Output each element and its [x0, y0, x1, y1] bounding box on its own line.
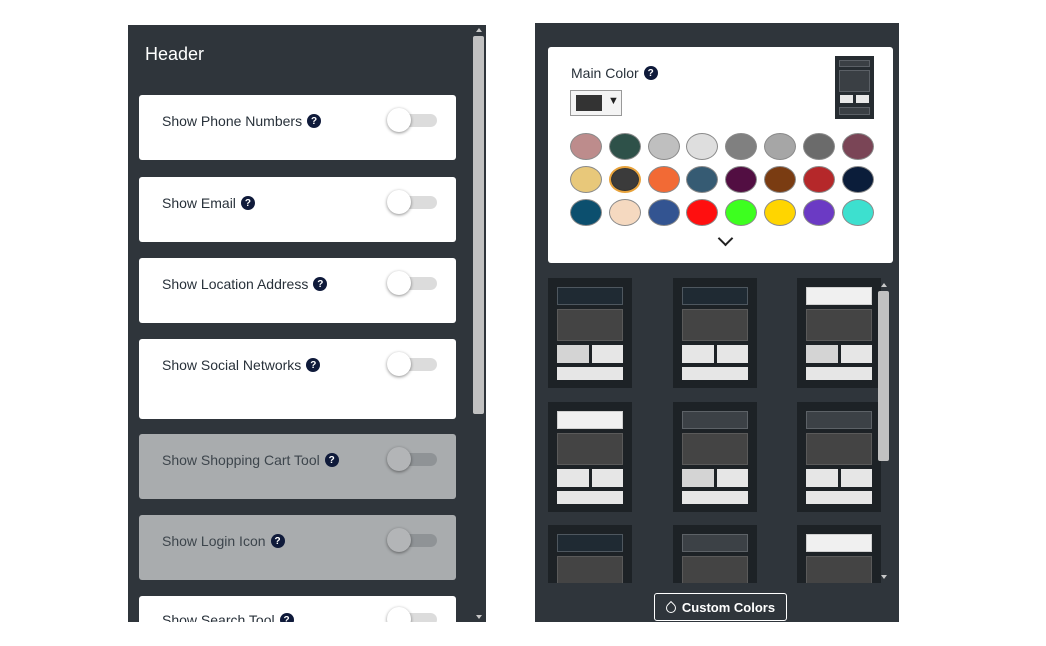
- color-swatch[interactable]: [725, 133, 758, 160]
- chevron-down-icon: ▼: [608, 95, 619, 107]
- main-color-dropdown[interactable]: ▼: [570, 90, 622, 116]
- layout-option-tile[interactable]: [673, 525, 757, 583]
- color-swatch[interactable]: [764, 199, 796, 226]
- color-swatch[interactable]: [841, 166, 874, 193]
- color-swatch[interactable]: [570, 133, 602, 160]
- option-label: Show Search Tool: [162, 612, 275, 622]
- help-icon[interactable]: ?: [306, 358, 321, 372]
- color-swatch[interactable]: [608, 199, 641, 226]
- scroll-up-arrow-icon[interactable]: [881, 283, 887, 287]
- help-icon[interactable]: ?: [313, 277, 328, 291]
- toggle-show-shopping-cart-tool[interactable]: [387, 447, 437, 471]
- toggle-show-location-address[interactable]: [387, 271, 437, 295]
- color-swatch[interactable]: [764, 133, 796, 160]
- color-layout-panel: Main Color ? ▼: [535, 23, 899, 622]
- color-swatch[interactable]: [686, 133, 719, 160]
- option-card-social-networks: Show Social Networks?: [139, 339, 456, 419]
- option-label: Show Location Address: [162, 276, 309, 292]
- toggle-show-social-networks[interactable]: [387, 352, 437, 376]
- color-swatch[interactable]: [686, 166, 719, 193]
- selected-color-swatch: [576, 95, 602, 111]
- layout-option-tile[interactable]: [548, 525, 632, 583]
- toggle-show-email[interactable]: [387, 190, 437, 214]
- layout-option-tile[interactable]: [797, 278, 881, 388]
- layout-option-tile[interactable]: [797, 525, 881, 583]
- help-icon[interactable]: ?: [307, 114, 322, 128]
- option-label: Show Social Networks: [162, 357, 302, 373]
- help-icon[interactable]: ?: [270, 534, 285, 548]
- scroll-down-arrow-icon[interactable]: [881, 575, 887, 579]
- left-scrollbar[interactable]: [472, 25, 486, 622]
- option-card-location-address: Show Location Address?: [139, 258, 456, 323]
- layout-option-tile[interactable]: [548, 278, 632, 388]
- main-color-card: Main Color ? ▼: [548, 47, 893, 263]
- option-label: Show Login Icon: [162, 533, 266, 549]
- panel-title: Header: [145, 44, 205, 64]
- color-swatch[interactable]: [647, 199, 680, 226]
- option-card-email: Show Email?: [139, 177, 456, 242]
- color-swatch-grid: [570, 133, 876, 233]
- color-swatch[interactable]: [725, 166, 758, 193]
- scroll-down-arrow-icon[interactable]: [476, 615, 482, 619]
- option-card-login-icon: Show Login Icon?: [139, 515, 456, 580]
- layout-option-tile[interactable]: [673, 402, 757, 512]
- scroll-up-arrow-icon[interactable]: [476, 28, 482, 32]
- layout-option-tile[interactable]: [673, 278, 757, 388]
- layout-preview-thumbnail: [835, 56, 874, 119]
- layout-scrollbar[interactable]: [877, 280, 891, 582]
- toggle-show-search-tool[interactable]: [387, 607, 437, 622]
- toggle-show-phone-numbers[interactable]: [387, 108, 437, 132]
- color-swatch[interactable]: [608, 166, 641, 193]
- header-settings-panel: Header Show Phone Numbers? Show Email? S…: [128, 25, 486, 622]
- option-label: Show Shopping Cart Tool: [162, 452, 320, 468]
- option-card-phone-numbers: Show Phone Numbers?: [139, 95, 456, 160]
- layout-option-tile[interactable]: [548, 402, 632, 512]
- color-swatch[interactable]: [686, 199, 719, 226]
- chevron-down-icon[interactable]: [717, 230, 734, 247]
- color-swatch[interactable]: [725, 199, 758, 226]
- color-swatch[interactable]: [802, 199, 835, 226]
- color-swatch[interactable]: [608, 133, 641, 160]
- option-card-search-tool: Show Search Tool?: [139, 596, 456, 622]
- color-swatch[interactable]: [802, 166, 835, 193]
- layout-options-grid: [548, 278, 893, 583]
- color-swatch[interactable]: [647, 166, 680, 193]
- color-swatch[interactable]: [802, 133, 835, 160]
- option-label: Show Email: [162, 195, 236, 211]
- color-swatch[interactable]: [764, 166, 796, 193]
- custom-colors-label: Custom Colors: [681, 599, 776, 615]
- scroll-thumb[interactable]: [878, 291, 889, 461]
- layout-option-tile[interactable]: [797, 402, 881, 512]
- scroll-thumb[interactable]: [473, 36, 484, 414]
- help-icon[interactable]: ?: [643, 66, 658, 80]
- help-icon[interactable]: ?: [279, 613, 294, 622]
- option-card-shopping-cart: Show Shopping Cart Tool?: [139, 434, 456, 499]
- help-icon[interactable]: ?: [240, 196, 255, 210]
- color-swatch[interactable]: [841, 199, 874, 226]
- option-label: Show Phone Numbers: [162, 113, 303, 129]
- toggle-show-login-icon[interactable]: [387, 528, 437, 552]
- custom-colors-button[interactable]: Custom Colors: [654, 593, 787, 621]
- help-icon[interactable]: ?: [324, 453, 339, 467]
- color-swatch[interactable]: [570, 199, 602, 226]
- droplet-icon: [663, 600, 678, 616]
- main-color-label: Main Color: [571, 65, 639, 81]
- color-swatch[interactable]: [570, 166, 602, 193]
- color-swatch[interactable]: [841, 133, 874, 160]
- color-swatch[interactable]: [647, 133, 680, 160]
